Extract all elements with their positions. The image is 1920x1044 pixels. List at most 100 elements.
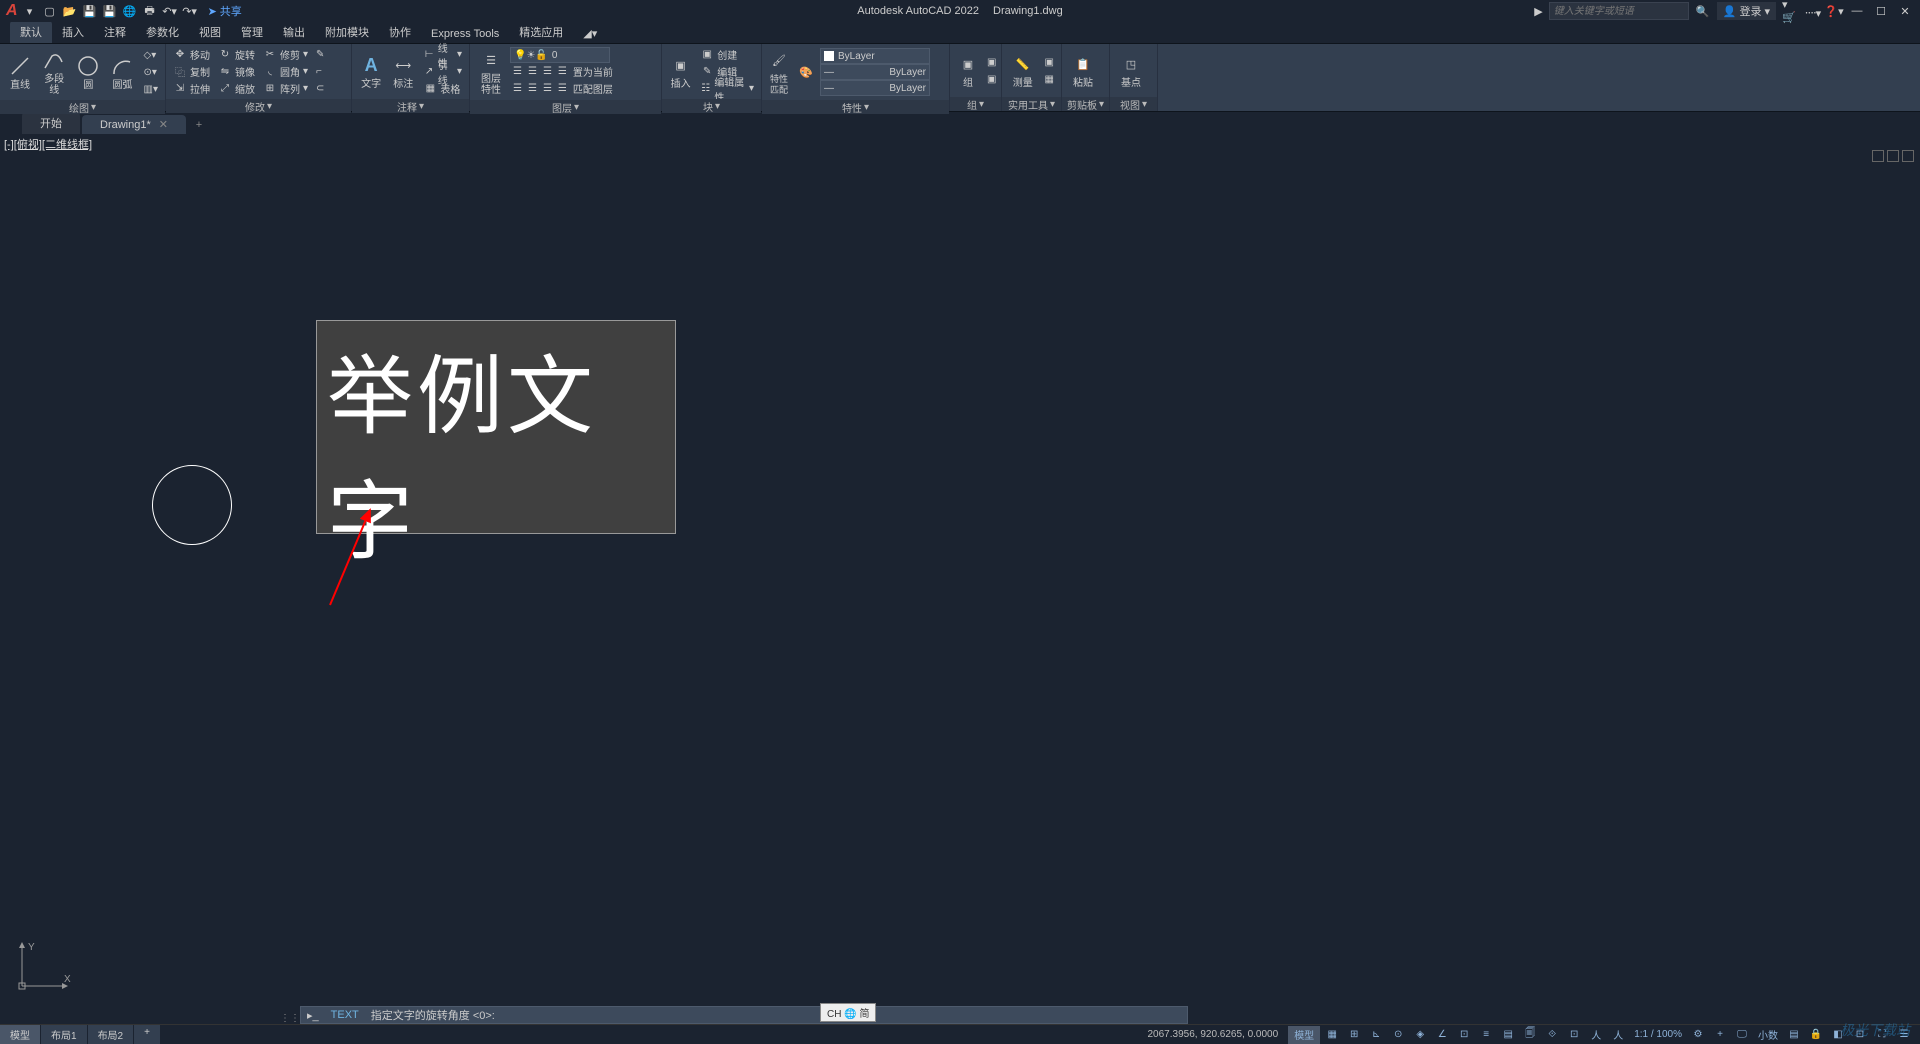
layer-tool4[interactable]: ☰ xyxy=(558,66,567,77)
command-line[interactable]: ▸_ TEXT 指定文字的旋转角度 <0>: xyxy=(300,1006,1188,1024)
snap-icon[interactable]: ⊞ xyxy=(1344,1026,1364,1044)
cycling-icon[interactable]: 🗐 xyxy=(1520,1026,1540,1044)
match-layer-button[interactable]: 匹配图层 xyxy=(573,81,613,96)
layer-props-button[interactable]: ☰ 图层特性 xyxy=(474,46,508,98)
osnap-icon[interactable]: ∠ xyxy=(1432,1026,1452,1044)
vp-close-icon[interactable] xyxy=(1902,150,1914,162)
lineweight-icon[interactable]: ≡ xyxy=(1476,1026,1496,1044)
leader-button[interactable]: ↗引线▾ xyxy=(420,63,465,80)
gear-icon[interactable]: ⚙ xyxy=(1688,1026,1708,1044)
tab-express[interactable]: Express Tools xyxy=(421,25,509,43)
dyninput-icon[interactable]: ⊡ xyxy=(1564,1026,1584,1044)
dim-button[interactable]: ⟷ 标注 xyxy=(388,51,418,92)
ribbon-collapse-icon[interactable]: ◢▾ xyxy=(573,24,607,43)
save-icon[interactable]: 💾 xyxy=(82,3,98,19)
draw-misc2[interactable]: ⊙▾ xyxy=(141,64,161,81)
grid-icon[interactable]: ▦ xyxy=(1322,1026,1342,1044)
model-badge[interactable]: 模型 xyxy=(1288,1026,1320,1044)
menu-dropdown-icon[interactable]: ▾ xyxy=(22,3,38,19)
copy-button[interactable]: ⿻复制 xyxy=(170,63,213,80)
modify-misc2[interactable]: ⌐ xyxy=(313,63,327,80)
create-button[interactable]: ▣创建 xyxy=(697,46,757,63)
fillet-button[interactable]: ◟圆角▾ xyxy=(260,63,311,80)
new-icon[interactable]: ▢ xyxy=(42,3,58,19)
otrack-icon[interactable]: ⊡ xyxy=(1454,1026,1474,1044)
group-button[interactable]: ▣ 组 xyxy=(954,50,982,91)
autodesk-icon[interactable]: ᠁▾ xyxy=(1804,3,1820,19)
3dosnap-icon[interactable]: ⟐ xyxy=(1542,1026,1562,1044)
circle-button[interactable]: 圆 xyxy=(72,52,104,93)
modify-misc3[interactable]: ⊂ xyxy=(313,80,327,97)
lineweight-dropdown[interactable]: — ByLayer xyxy=(820,64,930,80)
util-misc2[interactable]: ▦ xyxy=(1042,71,1057,88)
minimize-button[interactable]: — xyxy=(1848,4,1866,18)
redo-icon[interactable]: ↷▾ xyxy=(182,3,198,19)
viewport-label[interactable]: [-][俯视][二维线框] xyxy=(4,136,92,152)
text-edit-box[interactable]: 举例文字 xyxy=(316,320,676,534)
move-button[interactable]: ✥移动 xyxy=(170,46,213,63)
draw-misc3[interactable]: ▥▾ xyxy=(141,81,161,98)
layer-tool7[interactable]: ☰ xyxy=(543,83,552,94)
paste-button[interactable]: 📋 粘贴 xyxy=(1066,50,1100,91)
info-icon[interactable]: ▶ xyxy=(1534,5,1542,18)
trim-button[interactable]: ✂修剪▾ xyxy=(260,46,311,63)
match-props-button[interactable]: 🖌 特性匹配 xyxy=(766,46,792,98)
search-input[interactable] xyxy=(1549,2,1689,20)
anno-icon[interactable]: 人 xyxy=(1586,1026,1606,1044)
drawing-circle[interactable] xyxy=(152,465,232,545)
tab-layout2[interactable]: 布局2 xyxy=(88,1025,134,1044)
modify-misc1[interactable]: ✎ xyxy=(313,46,327,63)
linetype-dropdown[interactable]: — ByLayer xyxy=(820,80,930,96)
tab-annotate[interactable]: 注释 xyxy=(94,21,136,43)
tab-start[interactable]: 开始 xyxy=(22,112,80,134)
drawing-canvas[interactable] xyxy=(0,134,1920,1006)
vp-minimize-icon[interactable] xyxy=(1872,150,1884,162)
layer-tool1[interactable]: ☰ xyxy=(513,66,522,77)
search-icon[interactable]: 🔍 xyxy=(1695,3,1711,19)
layer-tool6[interactable]: ☰ xyxy=(528,83,537,94)
layer-tool2[interactable]: ☰ xyxy=(528,66,537,77)
annoscale-icon[interactable]: 1:1 / 100% xyxy=(1630,1026,1686,1044)
vp-maximize-icon[interactable] xyxy=(1887,150,1899,162)
tab-layout1[interactable]: 布局1 xyxy=(41,1025,87,1044)
transparency-icon[interactable]: ▤ xyxy=(1498,1026,1518,1044)
tab-model[interactable]: 模型 xyxy=(0,1025,40,1044)
line-button[interactable]: 直线 xyxy=(4,52,36,93)
maximize-button[interactable]: ☐ xyxy=(1872,4,1890,18)
anno2-icon[interactable]: 人 xyxy=(1608,1026,1628,1044)
ortho-icon[interactable]: ⊾ xyxy=(1366,1026,1386,1044)
open-icon[interactable]: 📂 xyxy=(62,3,78,19)
tab-close-icon[interactable]: ✕ xyxy=(159,118,168,131)
attr-button[interactable]: ☷编辑属性▾ xyxy=(697,80,757,97)
lock-icon[interactable]: 🔒 xyxy=(1806,1026,1826,1044)
saveas-icon[interactable]: 💾 xyxy=(102,3,118,19)
util-misc1[interactable]: ▣ xyxy=(1042,54,1057,71)
tab-parametric[interactable]: 参数化 xyxy=(136,21,189,43)
quickprops-icon[interactable]: ▤ xyxy=(1784,1026,1804,1044)
draw-misc1[interactable]: ◇▾ xyxy=(141,47,161,64)
app-logo[interactable]: A xyxy=(6,2,18,20)
text-edit-content[interactable]: 举例文字 xyxy=(317,321,675,581)
measure-button[interactable]: 📏 测量 xyxy=(1006,50,1040,91)
tab-view[interactable]: 视图 xyxy=(189,21,231,43)
layer-tool8[interactable]: ☰ xyxy=(558,83,567,94)
cart-icon[interactable]: ▾🛒 xyxy=(1782,3,1798,19)
group-misc2[interactable]: ▣ xyxy=(984,71,999,88)
tab-collab[interactable]: 协作 xyxy=(379,21,421,43)
rotate-button[interactable]: ↻旋转 xyxy=(215,46,258,63)
tab-default[interactable]: 默认 xyxy=(10,21,52,43)
polar-icon[interactable]: ⊙ xyxy=(1388,1026,1408,1044)
table-button[interactable]: ▦表格 xyxy=(420,80,465,97)
group-misc1[interactable]: ▣ xyxy=(984,54,999,71)
tab-addins[interactable]: 附加模块 xyxy=(315,21,379,43)
undo-icon[interactable]: ↶▾ xyxy=(162,3,178,19)
layer-tool5[interactable]: ☰ xyxy=(513,83,522,94)
help-icon[interactable]: ❓▾ xyxy=(1826,3,1842,19)
text-button[interactable]: A 文字 xyxy=(356,51,386,92)
web-icon[interactable]: 🌐 xyxy=(122,3,138,19)
arc-button[interactable]: 圆弧 xyxy=(106,52,138,93)
setcurrent-button[interactable]: 置为当前 xyxy=(573,64,613,79)
tab-featured[interactable]: 精选应用 xyxy=(509,21,573,43)
iso-icon[interactable]: ◈ xyxy=(1410,1026,1430,1044)
login-button[interactable]: 👤 登录 ▾ xyxy=(1717,2,1776,20)
